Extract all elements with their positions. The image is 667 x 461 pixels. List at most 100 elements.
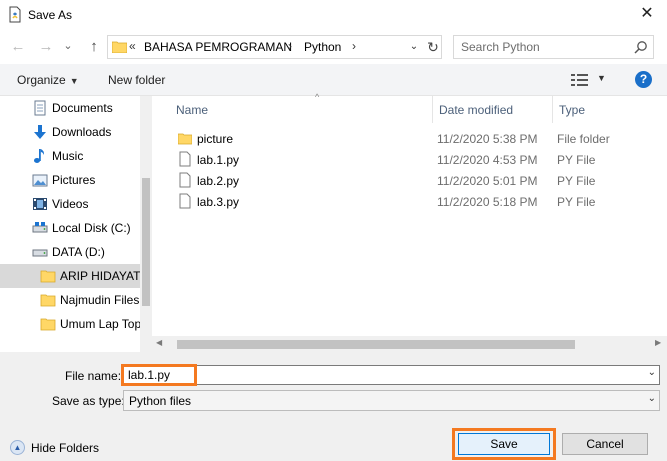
drive-icon bbox=[32, 222, 48, 233]
file-type: PY File bbox=[557, 195, 596, 209]
close-icon[interactable]: ✕ bbox=[632, 2, 662, 28]
file-type: PY File bbox=[557, 174, 596, 188]
folder-icon bbox=[40, 270, 56, 283]
address-dropdown-icon[interactable]: ⌄ bbox=[404, 38, 424, 56]
forward-arrow-icon[interactable]: → bbox=[38, 38, 54, 56]
file-date: 11/2/2020 5:01 PM bbox=[437, 174, 538, 188]
sidebar-item-pictures[interactable]: Pictures bbox=[0, 168, 140, 192]
file-name: lab.1.py bbox=[197, 153, 240, 167]
drive-icon bbox=[32, 249, 48, 257]
sidebar-item-label: Music bbox=[52, 149, 84, 163]
file-list: ^ Name Date modified Type picture 11/2/2… bbox=[152, 92, 667, 352]
file-name: lab.3.py bbox=[197, 195, 240, 209]
folder-icon bbox=[178, 133, 192, 145]
file-row-lab3[interactable]: lab.3.py 11/2/2020 5:18 PM PY File bbox=[172, 191, 642, 212]
file-date: 11/2/2020 5:18 PM bbox=[437, 195, 538, 209]
python-app-icon bbox=[9, 6, 21, 23]
refresh-icon[interactable]: ↻ bbox=[425, 37, 441, 57]
sidebar-item-label: Pictures bbox=[52, 173, 96, 187]
sidebar-scrollbar-thumb[interactable] bbox=[142, 178, 150, 306]
hide-folders-label: Hide Folders bbox=[31, 441, 100, 455]
save-as-type-value: Python files bbox=[129, 394, 192, 408]
folder-icon bbox=[40, 294, 56, 307]
organize-label: Organize bbox=[17, 73, 66, 87]
save-as-type-label: Save as type: bbox=[52, 394, 125, 408]
annotation-highlight-file-name bbox=[121, 364, 197, 386]
sidebar-item-music[interactable]: Music bbox=[0, 144, 140, 168]
file-type: PY File bbox=[557, 153, 596, 167]
documents-icon bbox=[34, 100, 46, 116]
sidebar-item-umum-lap-top[interactable]: Umum Lap Top bbox=[0, 312, 140, 336]
file-name: picture bbox=[197, 132, 234, 146]
view-options-caret-icon[interactable]: ▼ bbox=[597, 73, 606, 83]
view-details-icon[interactable] bbox=[571, 73, 588, 87]
sidebar-item-label: Umum Lap Top bbox=[60, 317, 140, 331]
sidebar-item-local-disk-c[interactable]: Local Disk (C:) bbox=[0, 216, 140, 240]
downloads-icon bbox=[34, 125, 46, 139]
sidebar-item-label: Videos bbox=[52, 197, 89, 211]
up-arrow-icon[interactable]: ↑ bbox=[86, 38, 102, 56]
breadcrumb-python[interactable]: Python bbox=[304, 40, 341, 54]
command-toolbar: Organize ▼ New folder ▼ ? bbox=[0, 64, 667, 96]
title-bar: Save As ✕ bbox=[0, 0, 667, 30]
navigation-pane: Documents Downloads Music Pictures Video… bbox=[0, 96, 152, 352]
sidebar-item-label: DATA (D:) bbox=[52, 245, 105, 259]
sidebar-item-label: Downloads bbox=[52, 125, 112, 139]
help-icon[interactable]: ? bbox=[635, 71, 652, 88]
save-as-type-dropdown-icon[interactable]: ⌄ bbox=[648, 393, 656, 404]
sidebar-item-downloads[interactable]: Downloads bbox=[0, 120, 140, 144]
sidebar-item-label: Local Disk (C:) bbox=[52, 221, 131, 235]
scroll-left-arrow-icon[interactable]: ◀ bbox=[156, 338, 162, 347]
save-as-type-select[interactable]: Python files ⌄ bbox=[123, 390, 660, 411]
file-date: 11/2/2020 5:38 PM bbox=[437, 132, 538, 146]
file-name: lab.2.py bbox=[197, 174, 240, 188]
file-row-lab2[interactable]: lab.2.py 11/2/2020 5:01 PM PY File bbox=[172, 170, 642, 191]
file-row-lab1[interactable]: lab.1.py 11/2/2020 4:53 PM PY File bbox=[172, 149, 642, 170]
scroll-right-arrow-icon[interactable]: ▶ bbox=[655, 338, 661, 347]
search-icon[interactable] bbox=[634, 40, 648, 54]
search-box[interactable] bbox=[453, 35, 654, 59]
file-name-input[interactable] bbox=[128, 367, 628, 383]
file-icon bbox=[179, 151, 191, 167]
address-bar[interactable]: « BAHASA PEMROGRAMAN › Python › ⌄ ↻ bbox=[107, 35, 442, 59]
cancel-button[interactable]: Cancel bbox=[562, 433, 648, 455]
music-icon bbox=[34, 149, 44, 163]
sidebar-item-documents[interactable]: Documents bbox=[0, 96, 140, 120]
organize-caret-icon: ▼ bbox=[69, 76, 79, 86]
annotation-highlight-save-button bbox=[452, 428, 556, 460]
column-header-date-modified[interactable]: Date modified bbox=[433, 96, 553, 123]
file-name-dropdown-icon[interactable]: ⌄ bbox=[648, 367, 656, 378]
folder-icon bbox=[112, 41, 127, 53]
file-type: File folder bbox=[557, 132, 610, 146]
file-name-label: File name: bbox=[65, 369, 122, 383]
recent-locations-icon[interactable]: ⌄ bbox=[60, 37, 76, 55]
file-row-picture[interactable]: picture 11/2/2020 5:38 PM File folder bbox=[172, 128, 642, 149]
pictures-icon bbox=[32, 174, 48, 187]
back-arrow-icon[interactable]: ← bbox=[10, 38, 26, 56]
breadcrumb-bahasa-pemrograman[interactable]: BAHASA PEMROGRAMAN bbox=[144, 40, 292, 54]
window-title: Save As bbox=[28, 8, 73, 22]
search-input[interactable] bbox=[454, 36, 630, 58]
column-header-name[interactable]: ^ Name bbox=[170, 92, 433, 123]
sidebar-item-label: Documents bbox=[52, 101, 113, 115]
breadcrumb-separator-icon[interactable]: › bbox=[288, 39, 292, 53]
file-icon bbox=[179, 193, 191, 209]
file-name-field[interactable]: ⌄ bbox=[123, 365, 660, 385]
column-header-type[interactable]: Type bbox=[553, 96, 653, 123]
sidebar-item-label: Najmudin Files bbox=[60, 293, 140, 307]
chevron-up-icon: ▲ bbox=[10, 440, 25, 455]
file-icon bbox=[179, 172, 191, 188]
breadcrumb-separator-icon[interactable]: › bbox=[352, 39, 356, 53]
column-header-label: Name bbox=[176, 103, 209, 117]
sidebar-item-videos[interactable]: Videos bbox=[0, 192, 140, 216]
new-folder-button[interactable]: New folder bbox=[108, 73, 165, 87]
sidebar-item-arip-hidayatt[interactable]: ARIP HIDAYATT bbox=[0, 264, 140, 288]
sidebar-item-label: ARIP HIDAYATT bbox=[60, 269, 140, 283]
file-date: 11/2/2020 4:53 PM bbox=[437, 153, 538, 167]
sidebar-item-data-d[interactable]: DATA (D:) bbox=[0, 240, 140, 264]
sidebar-item-najmudin-files[interactable]: Najmudin Files bbox=[0, 288, 140, 312]
folder-icon bbox=[40, 318, 56, 331]
address-overflow-icon[interactable]: « bbox=[129, 39, 136, 53]
file-list-scrollbar-thumb[interactable] bbox=[177, 340, 575, 349]
organize-button[interactable]: Organize ▼ bbox=[17, 73, 79, 87]
